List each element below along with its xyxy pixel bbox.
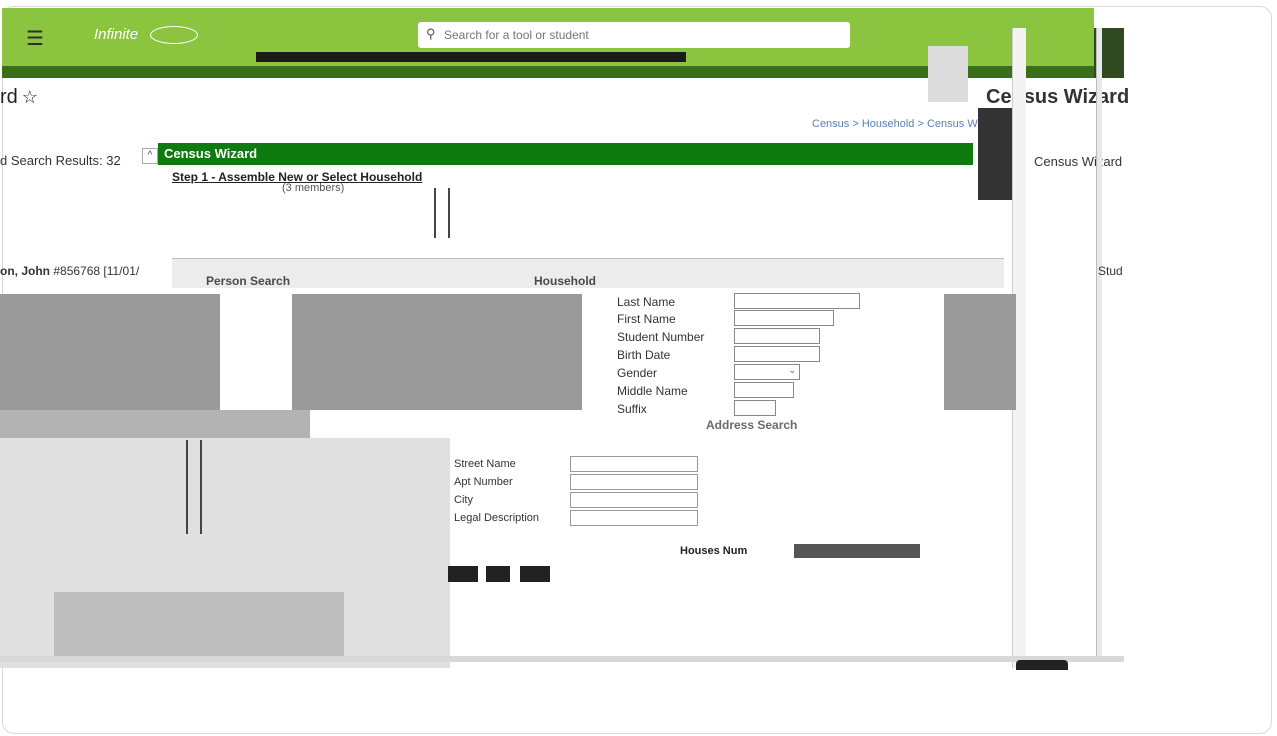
right-page-title: Census Wizard xyxy=(986,86,1130,108)
page-title-text: rd xyxy=(0,86,18,108)
city-field[interactable] xyxy=(570,492,698,508)
wizard-button-2[interactable] xyxy=(486,566,510,582)
chevron-down-icon: ⌄ xyxy=(788,365,796,375)
gray-overlay-left xyxy=(0,294,220,410)
wizard-step-members: (3 members) xyxy=(282,182,345,194)
street-name-label: Street Name xyxy=(454,458,516,470)
legal-description-label: Legal Description xyxy=(454,512,539,524)
right-scrollbar[interactable] xyxy=(1096,28,1102,658)
divider-line xyxy=(200,440,202,534)
divider-line xyxy=(186,440,188,534)
right-stud-label: Stud xyxy=(1098,264,1123,278)
apt-number-field[interactable] xyxy=(570,474,698,490)
gender-select[interactable]: ⌄ xyxy=(734,364,800,380)
last-name-field[interactable] xyxy=(734,293,860,309)
search-input[interactable] xyxy=(444,25,844,45)
search-icon: ⚲ xyxy=(426,26,436,41)
gray-overlay-lower-inner xyxy=(54,592,344,656)
student-number-field[interactable] xyxy=(734,328,820,344)
collapse-results-button[interactable]: ^ xyxy=(142,148,158,164)
birth-date-field[interactable] xyxy=(734,346,820,362)
houses-num-field[interactable] xyxy=(794,544,920,558)
divider-line xyxy=(434,188,436,238)
gray-block xyxy=(928,46,968,102)
tab-household[interactable]: Household xyxy=(534,274,596,288)
wizard-button-1[interactable] xyxy=(448,566,478,582)
gray-overlay-bottom xyxy=(0,410,310,438)
brand-swoosh-icon xyxy=(150,26,198,44)
right-census-label: Census Wizard xyxy=(1034,154,1123,169)
suffix-field[interactable] xyxy=(734,400,776,416)
header-dark-bar xyxy=(256,52,686,62)
bottom-divider xyxy=(0,656,1124,662)
city-label: City xyxy=(454,494,473,506)
favorite-star-icon[interactable]: ☆ xyxy=(22,87,38,107)
gender-label: Gender xyxy=(617,366,658,380)
result-person-name: on, John xyxy=(0,264,50,278)
screen: ☰ Infinite ⚲ rd☆ Census > Household > Ce… xyxy=(0,0,1277,736)
gray-overlay-right xyxy=(944,294,1016,410)
wizard-header: Census Wizard xyxy=(158,143,973,165)
address-search-heading: Address Search xyxy=(706,418,798,432)
birth-date-label: Birth Date xyxy=(617,348,671,362)
global-search[interactable]: ⚲ xyxy=(418,22,850,48)
gray-overlay-center xyxy=(292,294,582,410)
middle-name-label: Middle Name xyxy=(617,384,688,398)
breadcrumb[interactable]: Census > Household > Census Wizard xyxy=(812,118,1002,130)
result-person-detail: #856768 [11/01/ xyxy=(53,264,140,278)
first-name-label: First Name xyxy=(617,312,676,326)
divider-line xyxy=(448,188,450,238)
tab-person-search[interactable]: Person Search xyxy=(206,274,290,288)
bottom-handle[interactable] xyxy=(1016,660,1068,670)
search-results-label: d Search Results: 32 xyxy=(0,153,121,168)
first-name-field[interactable] xyxy=(734,310,834,326)
last-name-label: Last Name xyxy=(617,295,676,309)
wizard-button-3[interactable] xyxy=(520,566,550,582)
page-title: rd ☆ xyxy=(0,86,38,109)
middle-name-field[interactable] xyxy=(734,382,794,398)
street-name-field[interactable] xyxy=(570,456,698,472)
apt-number-label: Apt Number xyxy=(454,476,513,488)
hamburger-menu-icon[interactable]: ☰ xyxy=(26,29,50,49)
search-result-item[interactable]: on, John #856768 [11/01/ xyxy=(0,264,139,278)
suffix-label: Suffix xyxy=(617,402,647,416)
right-dark-column xyxy=(978,108,1012,200)
white-panel xyxy=(220,294,292,410)
houses-num-label: Houses Num xyxy=(680,545,748,557)
brand-logo: Infinite xyxy=(94,26,139,43)
legal-description-field[interactable] xyxy=(570,510,698,526)
student-number-label: Student Number xyxy=(617,330,705,344)
